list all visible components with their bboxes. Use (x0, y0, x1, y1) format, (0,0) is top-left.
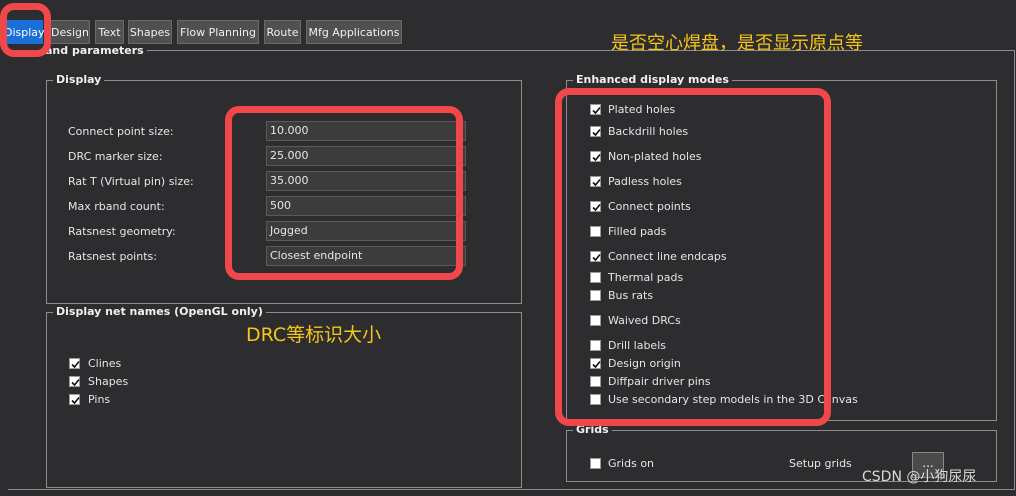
filled-pads-label: Filled pads (608, 225, 667, 238)
max-rband-count-input[interactable]: 500 (266, 196, 466, 216)
drc-marker-size-label: DRC marker size: (68, 150, 163, 163)
section-frame-right (1014, 50, 1015, 490)
tab-design[interactable]: Design (50, 20, 90, 44)
ratsnest-points-label: Ratsnest points: (68, 250, 157, 263)
shapes-label: Shapes (88, 375, 129, 388)
tab-text[interactable]: Text (95, 20, 124, 44)
connect-points-label: Connect points (608, 200, 691, 213)
section-frame-top (133, 50, 1015, 51)
plated-holes-label: Plated holes (608, 103, 676, 116)
diffpair-driver-pins-label: Diffpair driver pins (608, 375, 711, 388)
tab-flow-planning[interactable]: Flow Planning (177, 20, 259, 44)
annotation-top-right: 是否空心焊盘，是否显示原点等 (611, 33, 863, 54)
design-origin-checkbox[interactable] (590, 358, 601, 369)
connect-line-endcaps-label: Connect line endcaps (608, 250, 727, 263)
shapes-checkbox[interactable] (69, 376, 80, 387)
grids-on-checkbox[interactable] (590, 458, 601, 469)
annotation-middle-left: DRC等标识大小 (246, 324, 382, 346)
rat-t-size-input[interactable]: 35.000 (266, 171, 466, 191)
display-group-title: Display (53, 73, 105, 86)
tab-route[interactable]: Route (264, 20, 301, 44)
csdn-watermark: CSDN @小狗尿尿 (862, 469, 977, 485)
padless-holes-label: Padless holes (608, 175, 682, 188)
filled-pads-checkbox[interactable] (590, 226, 601, 237)
bus-rats-label: Bus rats (608, 289, 654, 302)
grids-group-title: Grids (573, 423, 612, 436)
pins-label: Pins (88, 393, 111, 406)
rat-t-size-label: Rat T (Virtual pin) size: (68, 175, 194, 188)
non-plated-holes-label: Non-plated holes (608, 150, 702, 163)
waived-drcs-label: Waived DRCs (608, 314, 681, 327)
padless-holes-checkbox[interactable] (590, 176, 601, 187)
tab-shapes[interactable]: Shapes (128, 20, 172, 44)
connect-line-endcaps-checkbox[interactable] (590, 251, 601, 262)
non-plated-holes-checkbox[interactable] (590, 151, 601, 162)
backdrill-holes-checkbox[interactable] (590, 126, 601, 137)
display-group: Display (46, 73, 522, 304)
connect-point-size-label: Connect point size: (68, 125, 174, 138)
drill-labels-label: Drill labels (608, 339, 666, 352)
plated-holes-checkbox[interactable] (590, 104, 601, 115)
ratsnest-geometry-select[interactable]: Jogged (266, 221, 466, 241)
design-origin-label: Design origin (608, 357, 681, 370)
net-names-group-title: Display net names (OpenGL only) (53, 305, 266, 318)
enhanced-display-group-title: Enhanced display modes (573, 73, 732, 86)
grids-on-label: Grids on (608, 457, 655, 470)
clines-label: Clines (88, 357, 122, 370)
backdrill-holes-label: Backdrill holes (608, 125, 689, 138)
connect-points-checkbox[interactable] (590, 201, 601, 212)
diffpair-driver-pins-checkbox[interactable] (590, 376, 601, 387)
secondary-step-models-checkbox[interactable] (590, 394, 601, 405)
connect-point-size-input[interactable]: 10.000 (266, 121, 466, 141)
ratsnest-points-select[interactable]: Closest endpoint (266, 246, 466, 266)
bus-rats-checkbox[interactable] (590, 290, 601, 301)
section-frame-bottom (8, 489, 1015, 490)
clines-checkbox[interactable] (69, 358, 80, 369)
max-rband-count-label: Max rband count: (68, 200, 165, 213)
tab-display[interactable]: Display (3, 20, 45, 44)
secondary-step-models-label: Use secondary step models in the 3D Canv… (608, 393, 858, 406)
waived-drcs-checkbox[interactable] (590, 315, 601, 326)
setup-grids-label: Setup grids (789, 457, 852, 470)
section-title: and parameters (45, 44, 147, 57)
drill-labels-checkbox[interactable] (590, 340, 601, 351)
thermal-pads-label: Thermal pads (608, 271, 684, 284)
pins-checkbox[interactable] (69, 394, 80, 405)
ratsnest-geometry-label: Ratsnest geometry: (68, 225, 176, 238)
thermal-pads-checkbox[interactable] (590, 272, 601, 283)
tab-mfg-applications[interactable]: Mfg Applications (306, 20, 402, 44)
drc-marker-size-input[interactable]: 25.000 (266, 146, 466, 166)
